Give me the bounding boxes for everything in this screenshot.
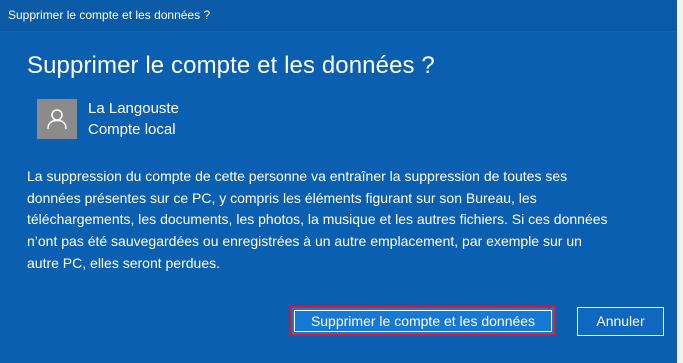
account-type: Compte local xyxy=(88,121,176,138)
message-line: téléchargements, les documents, les phot… xyxy=(27,211,608,228)
cancel-button[interactable]: Annuler xyxy=(577,307,664,336)
cancel-button-label: Annuler xyxy=(596,313,645,329)
avatar xyxy=(37,99,77,139)
warning-message: La suppression du compte de cette person… xyxy=(27,166,627,275)
window-title: Supprimer le compte et les données ? xyxy=(8,8,211,22)
message-line: autre PC, elles seront perdues. xyxy=(27,254,220,271)
message-line: données présentes sur ce PC, y compris l… xyxy=(27,189,537,206)
dialog-heading: Supprimer le compte et les données ? xyxy=(27,52,435,79)
message-line: La suppression du compte de cette person… xyxy=(27,168,568,184)
user-name: La Langouste xyxy=(88,100,179,117)
person-icon xyxy=(47,109,67,130)
title-bar[interactable]: Supprimer le compte et les données ? xyxy=(0,0,683,32)
message-line: n’ont pas été sauvegardées ou enregistré… xyxy=(27,233,582,250)
focus-ring xyxy=(294,310,552,332)
window-edge xyxy=(677,0,683,363)
dialog-window: Supprimer le compte et les données ? Sup… xyxy=(0,0,683,363)
delete-account-button[interactable]: Supprimer le compte et les données xyxy=(290,306,556,336)
